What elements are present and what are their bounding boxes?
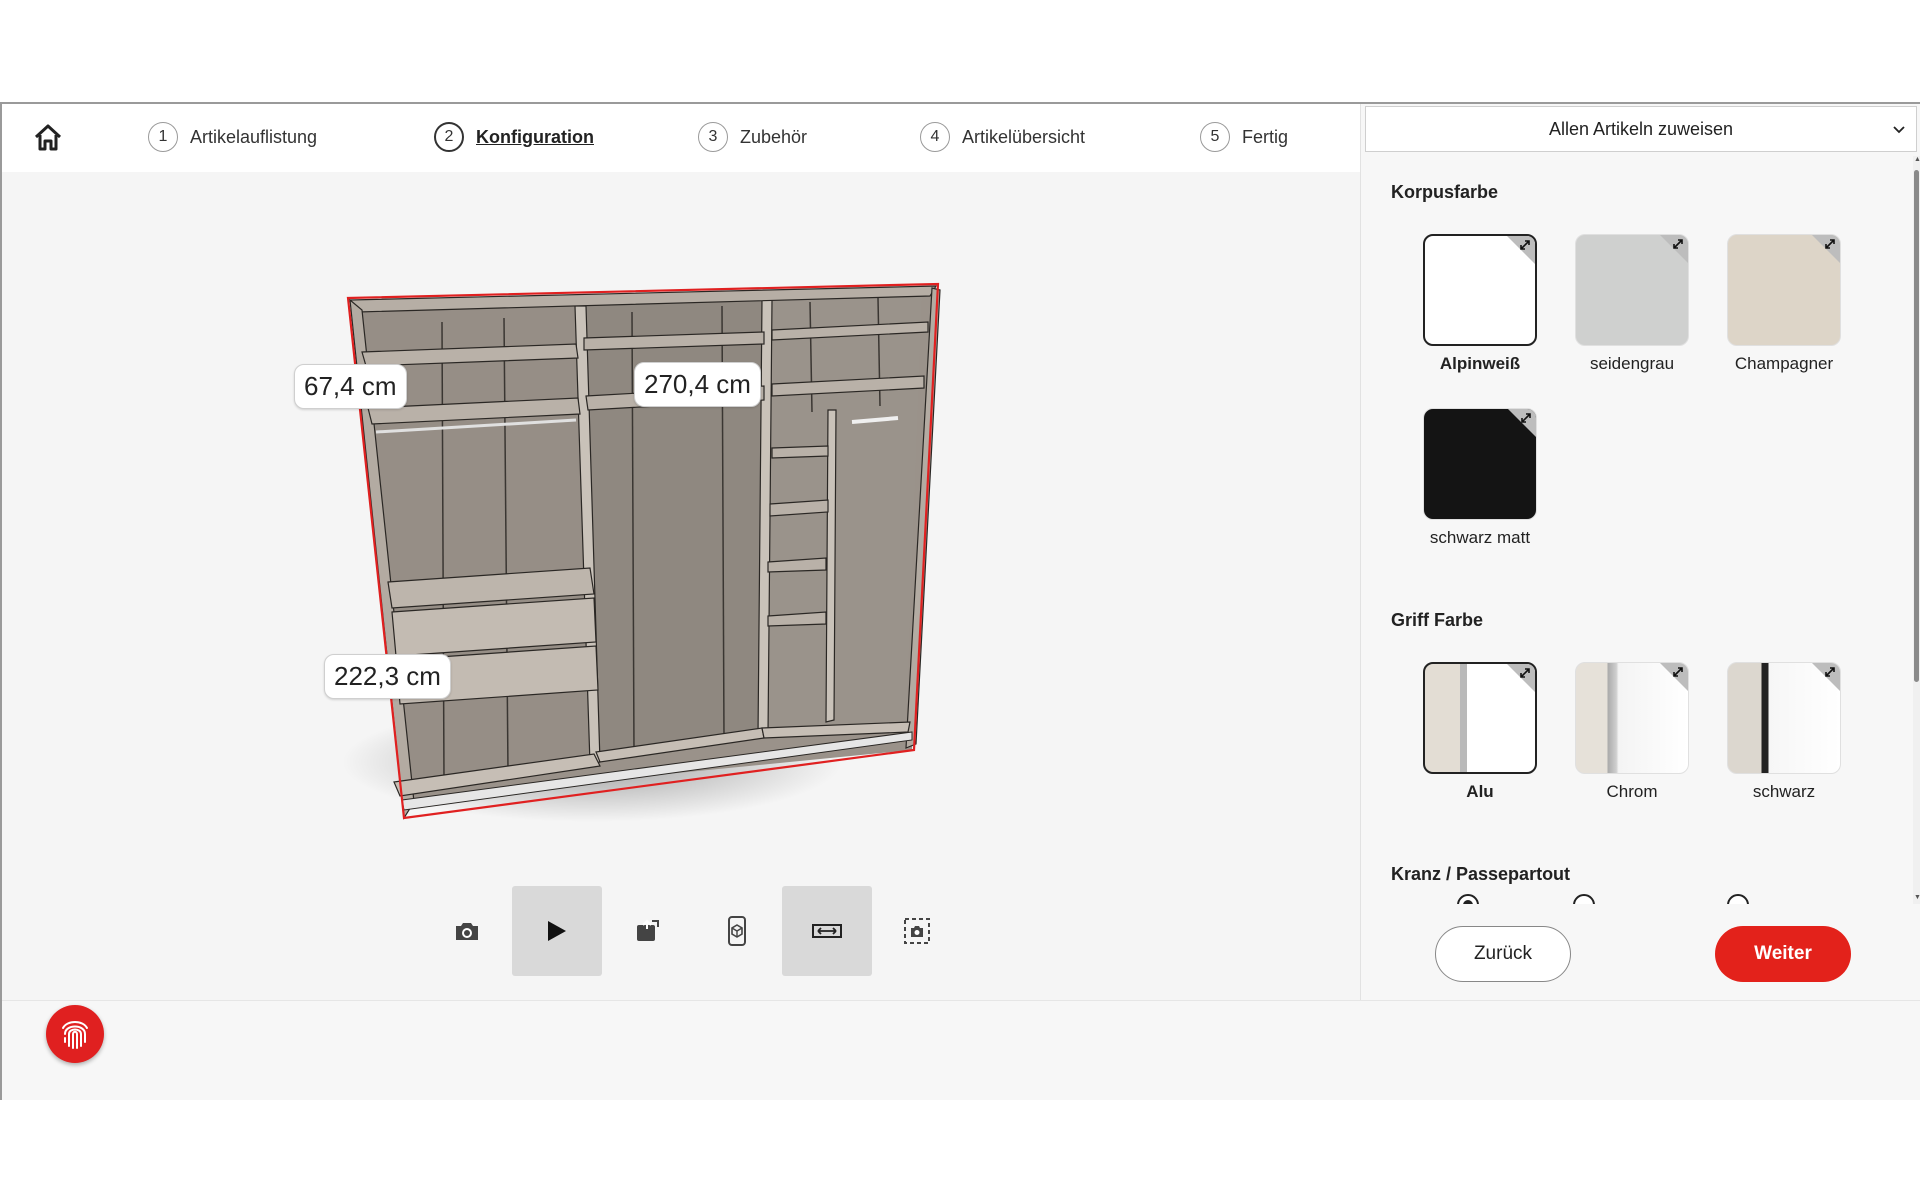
camera-icon <box>456 923 478 940</box>
expand-icon <box>1520 668 1530 678</box>
home-button[interactable] <box>32 122 64 154</box>
back-button[interactable]: Zurück <box>1435 926 1571 982</box>
swatch-label: Chrom <box>1606 782 1658 801</box>
step-number: 4 <box>920 122 950 152</box>
swatch-color <box>1423 408 1537 520</box>
korpusfarbe-title: Korpusfarbe <box>1391 182 1499 202</box>
kranz-option-radio[interactable] <box>1727 894 1749 904</box>
swatch-alpinweiss[interactable]: Alpinweiß <box>1423 234 1537 374</box>
bottom-strip <box>2 1000 1920 1100</box>
wardrobe-3d-model[interactable] <box>332 262 1012 822</box>
swatch-seidengrau[interactable]: seidengrau <box>1575 234 1689 374</box>
depth-dimension-label: 67,4 cm <box>294 364 407 409</box>
panel-scrollbar[interactable]: ▲ ▼ <box>1913 156 1920 904</box>
swatch-schwarz-matt[interactable]: schwarz matt <box>1423 408 1537 548</box>
assign-dropdown-value: Allen Artikeln zuweisen <box>1548 118 1734 139</box>
home-icon <box>34 124 62 151</box>
step-number: 3 <box>698 122 728 152</box>
swatch-color <box>1423 234 1537 346</box>
swatch-label: schwarz matt <box>1429 528 1531 547</box>
fingerprint-button[interactable] <box>46 1005 104 1063</box>
assign-dropdown[interactable]: Allen Artikeln zuweisen <box>1365 106 1917 152</box>
measure-icon <box>812 924 842 938</box>
step-label: Fertig <box>1242 126 1289 147</box>
camera-button[interactable] <box>422 886 512 976</box>
swatch-color <box>1727 234 1841 346</box>
kranz-option-radio[interactable] <box>1573 894 1595 904</box>
swatch-label: Champagner <box>1734 354 1834 373</box>
screenshot-button[interactable] <box>872 886 962 976</box>
swatch-chrom[interactable]: Chrom <box>1575 662 1689 802</box>
configurator-app: 1 Artikelauflistung 2 Konfiguration 3 Zu… <box>0 102 1920 1100</box>
scroll-down-arrow[interactable]: ▼ <box>1914 894 1920 901</box>
step-label: Artikelübersicht <box>962 126 1086 147</box>
step-number: 2 <box>434 122 464 152</box>
swatch-label: schwarz <box>1752 782 1816 801</box>
expand-icon <box>1825 239 1835 249</box>
step-konfiguration[interactable]: 2 Konfiguration <box>434 119 594 155</box>
griff-farbe-title: Griff Farbe <box>1391 610 1484 630</box>
screenshot-icon <box>904 918 930 944</box>
step-fertig[interactable]: 5 Fertig <box>1200 119 1288 155</box>
swatch-label: Alpinweiß <box>1439 354 1521 373</box>
play-icon <box>548 921 566 941</box>
swatch-color <box>1575 662 1689 774</box>
step-number: 5 <box>1200 122 1230 152</box>
scroll-up-arrow[interactable]: ▲ <box>1914 156 1920 163</box>
chevron-down-icon <box>1893 126 1905 134</box>
expand-icon <box>1673 667 1683 677</box>
step-label: Artikelauflistung <box>190 126 318 147</box>
swatch-schwarz[interactable]: schwarz <box>1727 662 1841 802</box>
mobile-3d-icon <box>728 916 746 946</box>
kranz-passepartout-title: Kranz / Passepartout <box>1391 864 1571 884</box>
configuration-panel: Allen Artikeln zuweisen Korpusfarbe Alpi… <box>1360 104 1920 1000</box>
step-artikeluebersicht[interactable]: 4 Artikelübersicht <box>920 119 1085 155</box>
step-label: Konfiguration <box>476 126 594 147</box>
viewer-toolbar <box>422 886 962 976</box>
swatch-label: seidengrau <box>1589 354 1675 373</box>
expand-icon <box>1673 239 1683 249</box>
stepper-bar: 1 Artikelauflistung 2 Konfiguration 3 Zu… <box>2 104 1360 172</box>
swatch-color <box>1727 662 1841 774</box>
expand-icon <box>1521 413 1531 423</box>
width-dimension-label: 270,4 cm <box>634 362 761 407</box>
measure-button[interactable] <box>782 886 872 976</box>
swatch-color <box>1423 662 1537 774</box>
options-scroll-area[interactable]: Korpusfarbe Alpinweiß seidengrau Champag… <box>1361 156 1913 904</box>
swatch-color <box>1575 234 1689 346</box>
fingerprint-icon <box>62 1021 88 1049</box>
step-artikelauflistung[interactable]: 1 Artikelauflistung <box>148 119 317 155</box>
kranz-option-radio[interactable] <box>1457 894 1479 904</box>
swatch-alu[interactable]: Alu <box>1423 662 1537 802</box>
height-dimension-label: 222,3 cm <box>324 654 451 699</box>
scrollbar-thumb[interactable] <box>1914 170 1919 682</box>
step-zubehoer[interactable]: 3 Zubehör <box>698 119 807 155</box>
3d-viewer[interactable]: 67,4 cm 270,4 cm 222,3 cm <box>2 172 1360 1000</box>
step-label: Zubehör <box>740 126 808 147</box>
swatch-label: Alu <box>1466 782 1494 801</box>
play-animation-button[interactable] <box>512 886 602 976</box>
expand-icon <box>1520 240 1530 250</box>
expand-icon <box>1825 667 1835 677</box>
ar-view-button[interactable] <box>602 886 692 976</box>
mobile-3d-button[interactable] <box>692 886 782 976</box>
step-number: 1 <box>148 122 178 152</box>
next-button[interactable]: Weiter <box>1715 926 1851 982</box>
swatch-champagner[interactable]: Champagner <box>1727 234 1841 374</box>
ar-icon <box>637 919 659 941</box>
